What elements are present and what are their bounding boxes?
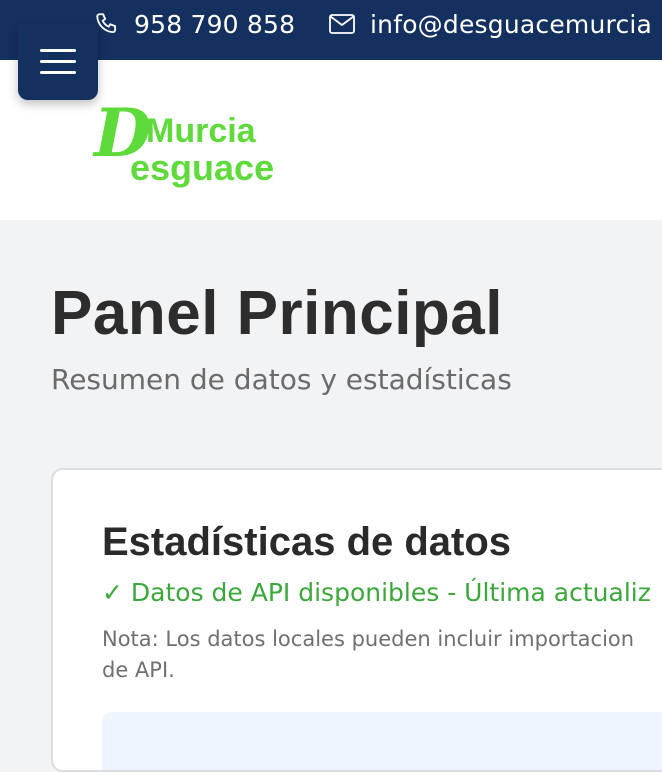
site-logo[interactable]: D Murcia esguace xyxy=(92,90,312,190)
check-icon: ✓ xyxy=(102,578,123,607)
page-subtitle: Resumen de datos y estadísticas xyxy=(51,363,512,396)
info-box xyxy=(102,712,662,770)
email-contact[interactable]: info@desguacemurcia xyxy=(328,0,652,48)
mail-icon xyxy=(328,12,356,36)
email-address[interactable]: info@desguacemurcia xyxy=(370,10,652,39)
logo-word-murcia: Murcia xyxy=(146,112,257,150)
api-status-text: Datos de API disponibles - Última actual… xyxy=(130,578,651,607)
phone-number[interactable]: 958 790 858 xyxy=(134,10,295,39)
top-contact-bar: 958 790 858 info@desguacemurcia xyxy=(0,0,662,60)
data-note: Nota: Los datos locales pueden incluir i… xyxy=(102,624,662,686)
page-title: Panel Principal xyxy=(51,279,504,348)
logo-word-esguace: esguace xyxy=(130,147,274,188)
hamburger-menu-button[interactable] xyxy=(18,24,98,100)
note-line-1: Nota: Los datos locales pueden incluir i… xyxy=(102,627,635,651)
hamburger-menu-icon xyxy=(40,49,76,75)
data-stats-card: Estadísticas de datos ✓ Datos de API dis… xyxy=(51,468,662,772)
note-line-2: de API. xyxy=(102,658,175,682)
card-title: Estadísticas de datos xyxy=(102,520,512,564)
api-status-message: ✓ Datos de API disponibles - Última actu… xyxy=(102,578,651,607)
phone-contact[interactable]: 958 790 858 xyxy=(94,0,295,48)
